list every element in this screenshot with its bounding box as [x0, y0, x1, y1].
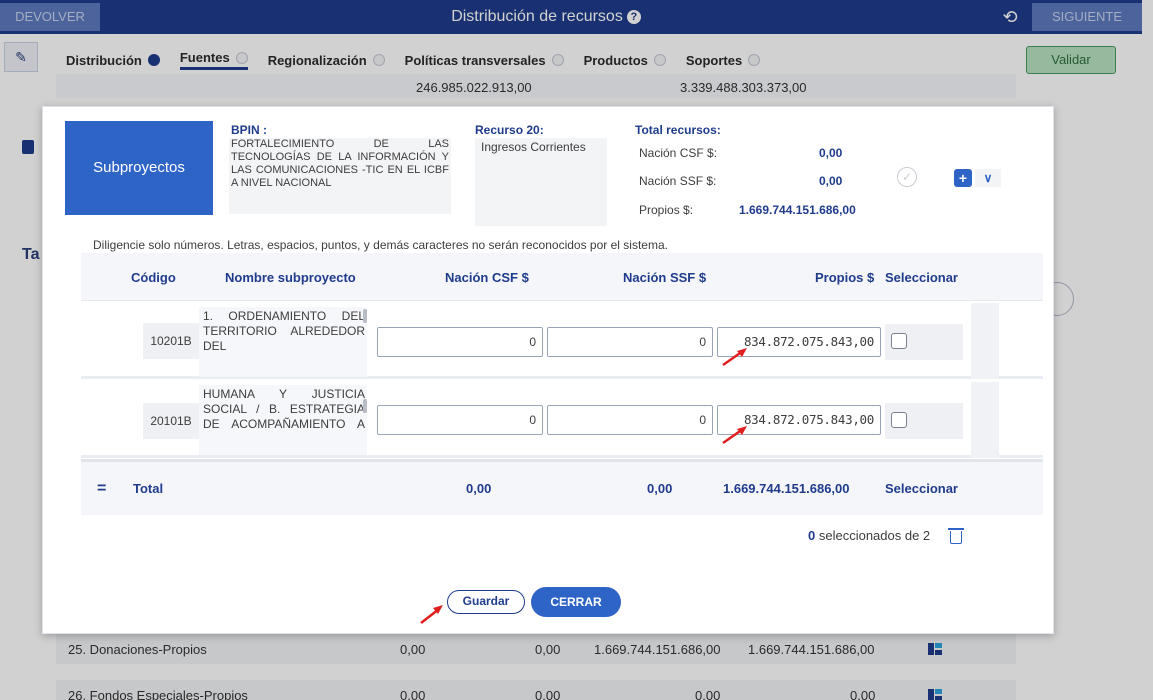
row-code: 20101B — [143, 403, 199, 439]
row-actions-cell — [971, 303, 999, 379]
column-header-nombre: Nombre subproyecto — [225, 270, 356, 285]
total-recursos-label: Total recursos: — [635, 123, 721, 137]
total-ssf-label: Nación SSF $: — [639, 174, 717, 188]
annotation-arrow-icon — [722, 348, 747, 367]
footer-total-ssf: 0,00 — [647, 481, 673, 496]
total-propios-label: Propios $: — [639, 203, 694, 217]
total-csf-value: 0,00 — [819, 146, 843, 160]
bpin-label: BPIN : — [231, 123, 267, 137]
footer-total-label: Total — [133, 481, 164, 496]
ssf-input[interactable]: 0 — [547, 327, 713, 357]
ssf-input[interactable]: 0 — [547, 405, 713, 435]
modal-title: Subproyectos — [65, 121, 213, 215]
chevron-down-icon[interactable]: ∨ — [975, 169, 1001, 187]
footer-total-propios: 1.669.744.151.686,00 — [723, 481, 850, 496]
input-instructions: Diligencie solo números. Letras, espacio… — [93, 238, 668, 252]
column-header-codigo: Código — [131, 270, 176, 285]
row-subproject-name: 1. ORDENAMIENTO DEL TERRITORIO ALREDEDOR… — [199, 307, 367, 377]
column-header-csf: Nación CSF $ — [445, 270, 529, 285]
trash-icon[interactable] — [948, 528, 964, 544]
footer-total-csf: 0,00 — [466, 481, 492, 496]
name-scrollbar[interactable] — [363, 309, 367, 323]
bpin-text: FORTALECIMIENTO DE LAS TECNOLOGÍAS DE LA… — [229, 138, 451, 214]
total-propios-value: 1.669.744.151.686,00 — [739, 203, 856, 217]
name-scrollbar[interactable] — [363, 399, 367, 413]
csf-input[interactable]: 0 — [377, 327, 543, 357]
equals-icon: = — [97, 480, 107, 497]
cerrar-button[interactable]: CERRAR — [531, 587, 621, 617]
total-ssf-value: 0,00 — [819, 174, 843, 188]
row-select-checkbox[interactable] — [891, 333, 907, 349]
footer-select-all[interactable]: Seleccionar — [885, 481, 958, 496]
annotation-arrow-icon — [420, 605, 443, 624]
selected-count: 0 seleccionados de 2 — [808, 528, 930, 543]
column-header-seleccionar: Seleccionar — [885, 270, 958, 285]
selected-count-text: seleccionados de 2 — [818, 528, 931, 543]
column-header-ssf: Nación SSF $ — [623, 270, 707, 285]
row-subproject-name: HUMANA Y JUSTICIA SOCIAL / B. ESTRATEGIA… — [199, 385, 367, 455]
csf-input[interactable]: 0 — [377, 405, 543, 435]
row-code: 10201B — [143, 323, 199, 359]
selected-count-number: 0 — [808, 528, 816, 543]
recurso-value: Ingresos Corrientes — [475, 138, 607, 226]
add-plus-icon[interactable]: + — [954, 169, 972, 187]
check-circle-icon[interactable]: ✓ — [897, 167, 917, 187]
column-header-propios: Propios $ — [815, 270, 875, 285]
guardar-button[interactable]: Guardar — [447, 590, 525, 614]
annotation-arrow-icon — [722, 426, 747, 445]
row-actions-cell — [971, 382, 999, 458]
total-csf-label: Nación CSF $: — [639, 146, 718, 160]
row-select-checkbox[interactable] — [891, 412, 907, 428]
subproyectos-modal: Subproyectos BPIN : FORTALECIMIENTO DE L… — [42, 106, 1054, 634]
recurso-label: Recurso 20: — [475, 123, 544, 137]
